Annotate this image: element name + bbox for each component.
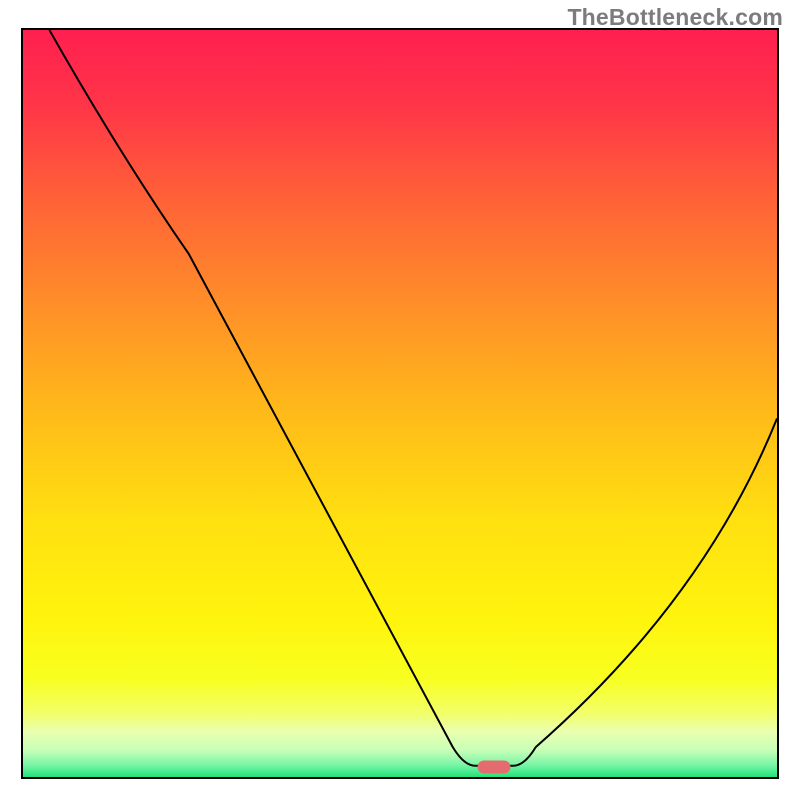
- watermark-label: TheBottleneck.com: [567, 4, 783, 31]
- plot-area: [21, 28, 779, 779]
- bottleneck-curve: [23, 30, 777, 777]
- chart-container: TheBottleneck.com: [0, 0, 800, 800]
- optimal-marker: [478, 761, 511, 774]
